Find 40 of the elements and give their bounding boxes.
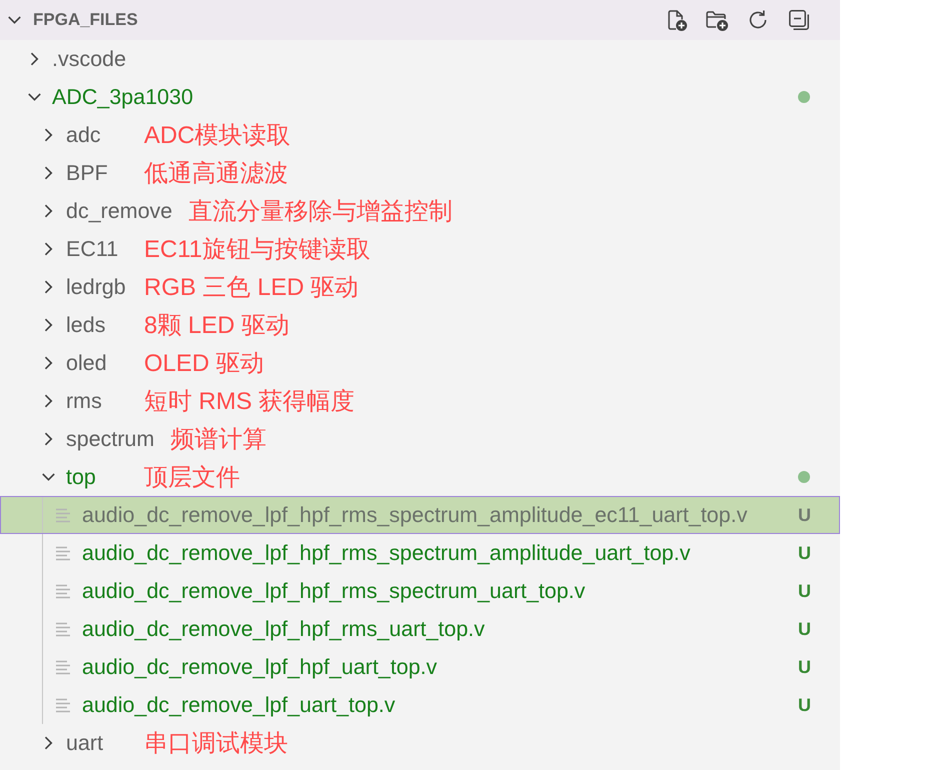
git-status-letter: U — [798, 504, 811, 526]
section-header[interactable]: FPGA_FILES — [0, 0, 840, 40]
folder-row[interactable]: EC11 EC11旋钮与按键读取 — [0, 230, 840, 268]
file-lines-icon — [56, 622, 71, 636]
annotation-text: 低通高通滤波 — [144, 159, 288, 189]
folder-row[interactable]: uart 串口调试模块 — [0, 724, 840, 762]
folder-row[interactable]: spectrum 频谱计算 — [0, 420, 840, 458]
annotation-text: ADC模块读取 — [144, 121, 291, 151]
annotation-text: 8颗 LED 驱动 — [144, 311, 290, 341]
folder-row[interactable]: leds 8颗 LED 驱动 — [0, 306, 840, 344]
folder-row[interactable]: ADC_3pa1030 — [0, 78, 840, 116]
annotation-text: OLED 驱动 — [144, 349, 264, 379]
annotation-text: RGB 三色 LED 驱动 — [144, 273, 359, 303]
git-status-letter: U — [798, 694, 811, 716]
annotation-text: 短时 RMS 获得幅度 — [144, 387, 355, 417]
annotation-text: 频谱计算 — [170, 425, 266, 455]
collapse-all-icon — [786, 8, 810, 32]
git-status-letter: U — [798, 542, 811, 564]
folder-row[interactable]: BPF 低通高通滤波 — [0, 154, 840, 192]
file-row[interactable]: audio_dc_remove_lpf_hpf_rms_spectrum_amplitude_ec11_uart_top.v U — [0, 496, 840, 534]
section-title: FPGA_FILES — [33, 10, 138, 30]
file-lines-icon — [56, 698, 71, 712]
folder-row[interactable]: .vscode — [0, 40, 840, 78]
folder-row[interactable]: ledrgb RGB 三色 LED 驱动 — [0, 268, 840, 306]
annotation-text: 顶层文件 — [144, 463, 240, 493]
file-lines-icon — [56, 508, 71, 522]
file-lines-icon — [56, 546, 71, 560]
annotation-text: EC11旋钮与按键读取 — [144, 235, 370, 265]
folder-row[interactable]: dc_remove 直流分量移除与增益控制 — [0, 192, 840, 230]
folder-row[interactable]: adc ADC模块读取 — [0, 116, 840, 154]
file-lines-icon — [56, 660, 71, 674]
annotation-text: 直流分量移除与增益控制 — [188, 197, 452, 227]
annotation-text: 串口调试模块 — [144, 729, 288, 759]
git-status-letter: U — [798, 618, 811, 640]
folder-row[interactable]: top 顶层文件 — [0, 458, 840, 496]
file-lines-icon — [56, 584, 71, 598]
git-status-letter: U — [798, 580, 811, 602]
folder-row[interactable]: rms 短时 RMS 获得幅度 — [0, 382, 840, 420]
folder-row[interactable]: oled OLED 驱动 — [0, 344, 840, 382]
git-status-letter: U — [798, 656, 811, 678]
